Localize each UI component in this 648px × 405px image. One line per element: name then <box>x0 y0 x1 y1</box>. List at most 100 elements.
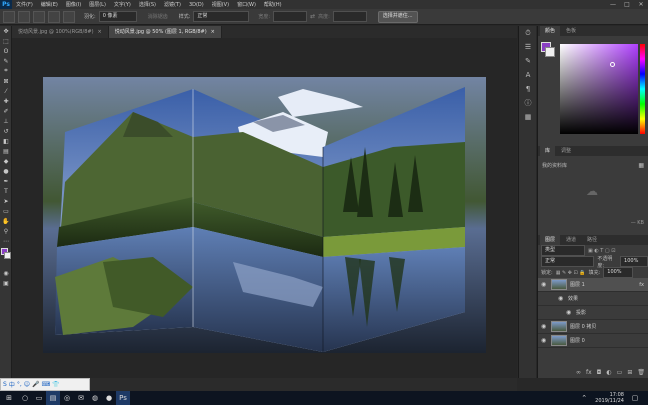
info-icon[interactable]: ⓘ <box>519 96 537 110</box>
notification-icon[interactable]: ▢ <box>628 391 642 405</box>
visibility-eye-icon[interactable]: ◉ <box>566 309 573 316</box>
height-input[interactable] <box>332 11 367 22</box>
layer-row[interactable]: ◉ 图层 0 <box>538 334 648 348</box>
grid-view-icon[interactable]: ▦ <box>638 162 644 169</box>
menu-select[interactable]: 选择(S) <box>135 1 160 8</box>
move-tool-icon[interactable]: ✥ <box>0 26 12 36</box>
eyedropper-tool-icon[interactable]: ⁄ <box>0 86 12 96</box>
tab-close-icon[interactable]: × <box>98 26 102 38</box>
group-icon[interactable]: ▭ <box>617 369 623 376</box>
quick-mask-icon[interactable]: ◉ <box>0 268 12 278</box>
tab-swatches[interactable]: 色板 <box>561 26 581 36</box>
new-selection-icon[interactable] <box>18 10 30 23</box>
menu-edit[interactable]: 编辑(E) <box>37 1 62 8</box>
minimize-button[interactable]: — <box>606 0 620 9</box>
visibility-eye-icon[interactable]: ◉ <box>541 323 548 330</box>
menu-3d[interactable]: 3D(D) <box>185 2 208 8</box>
style-select[interactable]: 正常 <box>193 11 250 22</box>
close-button[interactable]: ✕ <box>634 0 648 9</box>
task-view-icon[interactable]: ▭ <box>32 391 46 405</box>
healing-brush-tool-icon[interactable]: ✚ <box>0 96 12 106</box>
new-layer-icon[interactable]: ⊞ <box>627 369 632 376</box>
tab-adjustments[interactable]: 调整 <box>556 146 576 156</box>
path-select-tool-icon[interactable]: ➤ <box>0 196 12 206</box>
history-brush-tool-icon[interactable]: ↺ <box>0 126 12 136</box>
type-tool-icon[interactable]: T <box>0 186 12 196</box>
adjustment-layer-icon[interactable]: ◐ <box>606 369 611 376</box>
menu-file[interactable]: 文件(F) <box>12 1 37 8</box>
tab-document-2[interactable]: 悦动风景.jpg @ 50% (图层 1, RGB/8#) × <box>108 26 222 38</box>
tab-color[interactable]: 颜色 <box>540 26 561 36</box>
color-picker-cursor[interactable] <box>610 62 615 67</box>
ime-skin-icon[interactable]: 👕 <box>52 381 59 388</box>
lock-icons[interactable]: ▦ ✎ ✥ ⊡ 🔒 <box>556 270 586 276</box>
tab-document-1[interactable]: 悦动风景.jpg @ 100%(RGB/8#) × <box>12 26 109 38</box>
fill-input[interactable]: 100% <box>603 267 634 278</box>
hand-tool-icon[interactable]: ✋ <box>0 216 12 226</box>
pen-tool-icon[interactable]: ✒ <box>0 176 12 186</box>
filter-icons[interactable]: ▣ ◐ T ▢ ⊡ <box>588 248 615 254</box>
opacity-input[interactable]: 100% <box>620 256 648 267</box>
screen-mode-icon[interactable]: ▣ <box>0 278 12 288</box>
quick-select-tool-icon[interactable]: ✎ <box>0 56 12 66</box>
menu-filter[interactable]: 滤镜(T) <box>160 1 185 8</box>
windows-start-icon[interactable]: ⊞ <box>0 391 18 405</box>
layer-effect-item[interactable]: ◉ 投影 <box>538 306 648 320</box>
dodge-tool-icon[interactable]: ● <box>0 166 12 176</box>
menu-layer[interactable]: 图层(L) <box>85 1 110 8</box>
blend-mode-select[interactable]: 正常 <box>541 256 595 267</box>
paragraph-icon[interactable]: ¶ <box>519 82 537 96</box>
trash-icon[interactable]: 🗑 <box>637 369 645 376</box>
clone-stamp-tool-icon[interactable]: ⊥ <box>0 116 12 126</box>
menu-type[interactable]: 文字(Y) <box>110 1 135 8</box>
marquee-tool-icon[interactable]: ⬚ <box>0 36 12 46</box>
ime-mic-icon[interactable]: 🎤 <box>32 381 39 388</box>
visibility-eye-icon[interactable]: ◉ <box>541 281 548 288</box>
add-selection-icon[interactable] <box>33 10 45 23</box>
menu-image[interactable]: 图像(I) <box>62 1 85 8</box>
ime-logo-icon[interactable]: S <box>3 381 7 388</box>
color-picker-field[interactable] <box>560 44 638 134</box>
layer-effects-row[interactable]: ◉ 效果 <box>538 292 648 306</box>
visibility-eye-icon[interactable]: ◉ <box>558 295 565 302</box>
tab-paths[interactable]: 路径 <box>582 235 602 245</box>
select-and-mask-button[interactable]: 选择并遮住... <box>377 10 418 23</box>
swatches-icon[interactable]: ▦ <box>519 110 537 124</box>
width-input[interactable] <box>273 11 308 22</box>
color-swatches[interactable] <box>0 246 11 268</box>
tab-close-icon[interactable]: × <box>211 26 215 38</box>
marquee-tool-preset-button[interactable] <box>3 10 15 23</box>
ime-mode-icon[interactable]: 中 <box>9 380 15 389</box>
github-icon[interactable]: ● <box>102 391 116 405</box>
tab-channels[interactable]: 通道 <box>561 235 581 245</box>
clock[interactable]: 17:08 2019/11/24 <box>595 392 624 404</box>
antialias-checkbox[interactable]: 消除锯齿 <box>148 13 168 20</box>
lasso-tool-icon[interactable]: ʘ <box>0 46 12 56</box>
feather-input[interactable]: 0 像素 <box>98 11 137 22</box>
fx-button-icon[interactable]: fx <box>586 369 592 376</box>
rectangle-tool-icon[interactable]: ▭ <box>0 206 12 216</box>
eraser-tool-icon[interactable]: ◧ <box>0 136 12 146</box>
menu-window[interactable]: 窗口(W) <box>233 1 260 8</box>
subtract-selection-icon[interactable] <box>48 10 60 23</box>
background-color-swatch[interactable] <box>545 47 555 57</box>
mask-icon[interactable]: ◘ <box>597 369 602 376</box>
file-explorer-icon[interactable]: ▤ <box>46 391 60 405</box>
ime-emoji-icon[interactable]: ☺ <box>24 381 30 388</box>
blur-tool-icon[interactable]: ◆ <box>0 156 12 166</box>
layer-row[interactable]: ◉ 图层 0 拷贝 <box>538 320 648 334</box>
crop-tool-icon[interactable]: ⌗ <box>0 66 12 76</box>
link-layers-icon[interactable]: ∞ <box>576 369 581 376</box>
chrome-icon[interactable]: ◎ <box>60 391 74 405</box>
visibility-eye-icon[interactable]: ◉ <box>541 337 548 344</box>
properties-icon[interactable]: ☰ <box>519 40 537 54</box>
brush-settings-icon[interactable]: ✎ <box>519 54 537 68</box>
hue-slider[interactable] <box>640 44 645 134</box>
menu-view[interactable]: 视图(V) <box>208 1 233 8</box>
tab-layers[interactable]: 图层 <box>540 235 561 245</box>
wechat-icon[interactable]: ◍ <box>88 391 102 405</box>
background-color-swatch[interactable] <box>4 252 11 259</box>
tab-library[interactable]: 库 <box>540 146 556 156</box>
fx-icon[interactable]: fx <box>639 282 644 288</box>
zoom-tool-icon[interactable]: ⚲ <box>0 226 12 236</box>
